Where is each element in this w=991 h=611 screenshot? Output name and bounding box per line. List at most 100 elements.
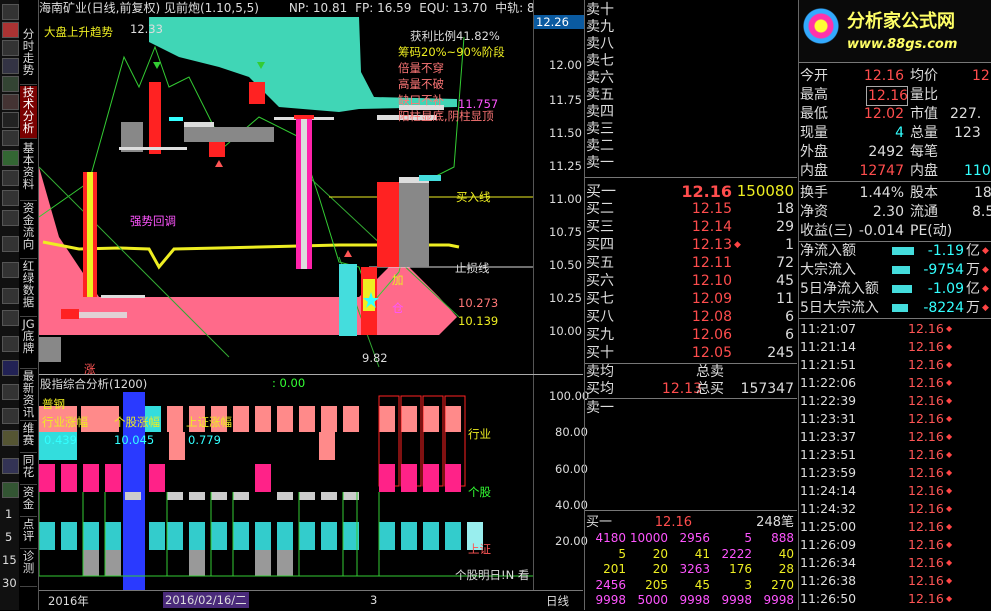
- tab-capital[interactable]: 资金: [20, 486, 37, 517]
- tick-price: 12.16: [908, 393, 944, 408]
- tab-jg[interactable]: JG底牌: [20, 318, 37, 369]
- period-5[interactable]: 5: [5, 530, 12, 544]
- queue-cell: 201: [603, 562, 626, 576]
- period-15[interactable]: 15: [2, 553, 17, 567]
- sell-name: 卖四: [586, 104, 614, 120]
- header-np: NP: 10.81: [288, 1, 348, 15]
- queue-cell: 205: [645, 577, 668, 592]
- tab-comment[interactable]: 点评: [20, 518, 37, 549]
- diamond-marker-icon: ◆: [946, 432, 953, 441]
- sell-name: 卖二: [586, 138, 614, 154]
- period-label[interactable]: 日线: [546, 593, 569, 609]
- header-mid: 中轨: 8: [495, 1, 535, 15]
- tab-technical[interactable]: 技术分析: [20, 86, 37, 139]
- toolbar-button-10[interactable]: [2, 170, 19, 186]
- toolbar-button-5[interactable]: [2, 76, 19, 92]
- toolbar-button-16[interactable]: [2, 310, 19, 326]
- flow-val: -1.19: [927, 243, 964, 259]
- buy-row-2: 买二 12.15 18: [586, 201, 796, 218]
- toolbar-button-14[interactable]: [2, 262, 19, 278]
- toolbar-button-15[interactable]: [2, 288, 19, 304]
- buy-vol: 11: [776, 291, 794, 307]
- tab-intraday[interactable]: 分时走势: [20, 28, 37, 85]
- queue-cell: 9998: [595, 593, 626, 607]
- tick-price: 12.16: [908, 591, 944, 606]
- toolbar-button-17[interactable]: [2, 336, 19, 352]
- ind-tick-40: 40.00: [555, 498, 588, 512]
- label-cang: 仓: [392, 301, 404, 315]
- price-tick-1150: 11.50: [549, 126, 582, 140]
- toolbar-button-8[interactable]: [2, 130, 19, 146]
- toolbar-button-19[interactable]: [2, 384, 19, 400]
- tab-weisai[interactable]: 维赛: [20, 422, 37, 453]
- sell-row-3: 卖三: [586, 121, 796, 138]
- toolbar-button-9[interactable]: [2, 150, 19, 166]
- queue-cell: 41: [694, 546, 710, 561]
- tab-diagnose[interactable]: 诊测: [20, 550, 37, 587]
- tick-row: 11:22:06 12.16 ◆: [800, 374, 991, 392]
- tick-row: 11:24:32 12.16 ◆: [800, 500, 991, 518]
- tick-price: 12.16: [908, 519, 944, 534]
- total-buy-label: 总买: [696, 381, 724, 397]
- diamond-marker-icon: ◆: [946, 486, 953, 495]
- tick-price: 12.16: [908, 411, 944, 426]
- toolbar-button-1[interactable]: [2, 4, 19, 20]
- flower-logo-icon: [801, 6, 841, 46]
- diamond-marker-icon: ◆: [982, 284, 989, 294]
- quote-val: 12.16: [866, 86, 909, 106]
- buy-name: 买十: [586, 345, 614, 361]
- tick-price: 12.16: [908, 483, 944, 498]
- tick-row: 11:23:51 12.16 ◆: [800, 446, 991, 464]
- diamond-marker-icon: ◆: [946, 594, 953, 603]
- candle-3: [149, 82, 161, 154]
- queue-cell: 40: [778, 546, 794, 561]
- toolbar-button-6[interactable]: [2, 94, 19, 110]
- tick-time: 11:25:00: [800, 519, 857, 534]
- logo-banner[interactable]: 分析家公式网 www.88gs.com: [799, 0, 991, 62]
- sell-name: 卖九: [586, 19, 614, 35]
- quote-row-high: 最高 12.16 量比: [800, 86, 938, 106]
- price-tick-1125: 11.25: [549, 159, 582, 173]
- queue-cell: 3263: [679, 562, 710, 576]
- header-equ: EQU: 13.70: [419, 1, 488, 15]
- quote-key2: 内盘: [910, 163, 938, 179]
- tab-red-green[interactable]: 红绿数据: [20, 260, 37, 317]
- tab-basic-info[interactable]: 基本资料: [20, 142, 37, 201]
- candle-9: [377, 182, 399, 267]
- tick-row: 11:26:34 12.16 ◆: [800, 554, 991, 572]
- toolbar-button-4[interactable]: [2, 58, 19, 74]
- toolbar-button-20[interactable]: [2, 408, 19, 424]
- toolbar-button-13[interactable]: [2, 236, 19, 252]
- label-profit: 获利比例41.82%: [410, 29, 500, 43]
- fund-key: 净资: [800, 204, 828, 220]
- toolbar-button-12[interactable]: [2, 210, 19, 226]
- quote-key2: 每笔: [910, 144, 938, 160]
- fund-val: 2.30: [872, 204, 904, 220]
- toolbar-button-21[interactable]: [2, 430, 19, 446]
- quote-val: 12.02: [863, 106, 904, 122]
- queue-grid: 4180 10000 2956 5 888 5 20 41 2222 40 201 20 3263 1…: [586, 531, 796, 609]
- toolbar-button-22[interactable]: [2, 458, 19, 474]
- quote-key: 最高: [800, 87, 828, 103]
- period-1[interactable]: 1: [5, 507, 12, 521]
- tick-row: 11:24:14 12.16 ◆: [800, 482, 991, 500]
- toolbar-button-7[interactable]: [2, 112, 19, 128]
- toolbar-button-23[interactable]: [2, 482, 19, 498]
- toolbar-button-2[interactable]: [2, 22, 19, 38]
- tab-news[interactable]: 最新资讯: [20, 370, 37, 421]
- indicator-value: : 0.00: [272, 376, 306, 390]
- toolbar-button-3[interactable]: [2, 40, 19, 56]
- toolbar-button-18[interactable]: [2, 360, 19, 376]
- queue-row: 4180 10000 2956 5 888: [586, 531, 796, 547]
- buy-price: 12.15: [691, 201, 732, 217]
- right-label-tomorrow: 个股明日!N 看: [455, 568, 530, 582]
- buy-vol: 29: [776, 219, 794, 235]
- avg-row-sell: 卖均 总卖: [586, 364, 796, 381]
- fund-key2: 股本: [910, 185, 938, 201]
- tab-fund-flow[interactable]: 资金流向: [20, 202, 37, 259]
- tab-news-label: 最新资讯: [22, 369, 35, 419]
- pane-divider[interactable]: [39, 374, 583, 375]
- toolbar-button-11[interactable]: [2, 190, 19, 206]
- period-30[interactable]: 30: [2, 576, 17, 590]
- tab-tonghua[interactable]: 同花: [20, 454, 37, 485]
